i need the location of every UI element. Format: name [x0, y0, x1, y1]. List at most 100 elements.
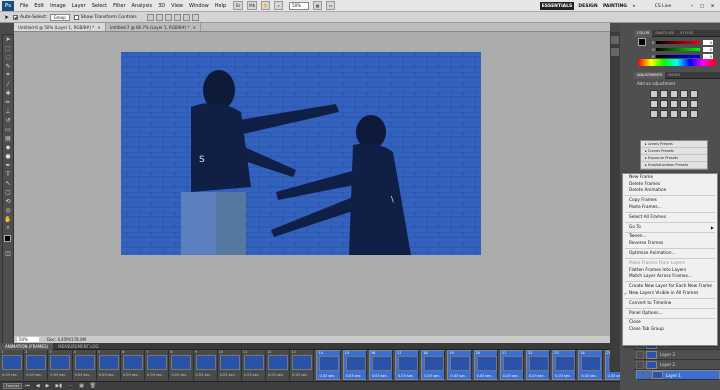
align-left-icon[interactable] [173, 13, 181, 21]
menu-help[interactable]: Help [212, 3, 229, 9]
animation-frame[interactable]: 21 0.03 sec. [499, 350, 524, 380]
frame-delay[interactable]: 0.03 sec. [477, 374, 493, 378]
red-slider[interactable]: R 0 [652, 40, 713, 45]
frame-delay[interactable]: 0.03 sec. [220, 373, 236, 377]
frame-delay[interactable]: 0.03 sec. [50, 373, 66, 377]
animation-frame[interactable]: 15 0.03 sec. [342, 350, 367, 380]
animation-frame[interactable]: 20 0.03 sec. [473, 350, 498, 380]
minimize-icon[interactable]: – [688, 2, 696, 10]
color-balance-icon[interactable] [660, 100, 668, 108]
animation-frame[interactable]: 22 0.03 sec. [525, 350, 551, 380]
previous-frame-icon[interactable]: ◀ [36, 383, 40, 389]
menu-item[interactable]: Paste Frames... [623, 204, 717, 211]
menu-item[interactable]: Go To ▶ [623, 224, 717, 231]
auto-select-dropdown[interactable]: Group [49, 13, 70, 21]
crop-tool-icon[interactable]: ⌗ [3, 71, 13, 79]
animation-frame[interactable]: 6 0.03 sec. [121, 350, 146, 380]
show-transform-checkbox[interactable] [73, 14, 79, 20]
tab-masks[interactable]: MASKS [665, 73, 683, 77]
red-ramp[interactable] [656, 41, 700, 44]
canvas-image[interactable]: S \ [121, 52, 481, 255]
status-zoom[interactable]: 50% [17, 337, 39, 342]
visibility-toggle-icon[interactable] [642, 371, 650, 379]
layer-row[interactable]: Layer 3 [634, 350, 720, 360]
animation-frame[interactable]: 13 0.03 sec. [290, 350, 315, 380]
frame-delay[interactable]: 0.03 sec. [123, 373, 139, 377]
tab-styles[interactable]: STYLES [677, 31, 696, 35]
photo-filter-icon[interactable] [680, 100, 688, 108]
animation-frame[interactable]: 10 0.03 sec. [218, 350, 242, 380]
healing-tool-icon[interactable]: ✚ [3, 89, 13, 97]
close-icon[interactable]: × [708, 2, 717, 10]
move-tool-icon[interactable]: ➤ [3, 35, 13, 43]
animation-frame[interactable]: 19 0.03 sec. [447, 350, 472, 380]
hue-saturation-icon[interactable] [650, 100, 658, 108]
actions-panel-icon[interactable] [611, 48, 619, 56]
menu-item[interactable]: Tween... [623, 234, 717, 241]
threshold-icon[interactable] [670, 110, 678, 118]
type-tool-icon[interactable]: T [3, 170, 13, 178]
frame-delay[interactable]: 0.03 sec. [99, 373, 115, 377]
duplicate-frame-icon[interactable]: ▣ [79, 383, 84, 389]
workspace-painting[interactable]: PAINTING [602, 2, 628, 10]
menu-item[interactable]: Delete Frames [623, 181, 717, 188]
animation-frame[interactable]: 8 0.03 sec. [169, 350, 194, 380]
visibility-toggle-icon[interactable] [636, 360, 644, 369]
cs-live-button[interactable]: CS Live [648, 2, 678, 10]
tween-icon[interactable]: ⋯ [68, 383, 73, 389]
blur-tool-icon[interactable]: ◆ [3, 143, 13, 151]
arrange-documents-icon[interactable]: ▦ [313, 1, 323, 10]
hand-tool-icon[interactable]: ✋ [3, 215, 13, 223]
green-slider[interactable]: G 0 [652, 47, 713, 52]
zoom-tool-icon[interactable]: ⌕ [3, 224, 13, 232]
menu-item[interactable]: Create New Layer for Each New Frame [623, 283, 717, 290]
menu-item[interactable]: New Frame [623, 174, 717, 181]
menu-item[interactable]: Convert to Timeline [623, 300, 717, 307]
color-spectrum[interactable] [638, 59, 716, 66]
frame-delay[interactable]: 0.03 sec. [581, 374, 597, 378]
frame-delay[interactable]: 0.03 sec. [196, 373, 212, 377]
3d-rotate-tool-icon[interactable]: ⟲ [3, 197, 13, 205]
frame-delay[interactable]: 0.03 sec. [503, 374, 519, 378]
menu-item[interactable]: Reverse Frames [623, 240, 717, 247]
animation-frame[interactable]: 2 0.03 sec. [24, 350, 49, 380]
animation-frame[interactable]: 3 0.03 sec. [48, 350, 73, 380]
exposure-icon[interactable] [680, 90, 688, 98]
lasso-tool-icon[interactable]: ◌ [3, 53, 13, 61]
frame-delay[interactable]: 0.03 sec. [75, 373, 91, 377]
frame-delay[interactable]: 0.03 sec. [450, 374, 466, 378]
frame-delay[interactable]: 0.03 sec. [424, 374, 440, 378]
animation-frame[interactable]: 16 0.03 sec. [368, 350, 393, 380]
menu-edit[interactable]: Edit [31, 3, 47, 9]
menu-filter[interactable]: Filter [110, 3, 128, 9]
frame-delay[interactable]: 0.03 sec. [147, 373, 163, 377]
animation-frame[interactable]: 12 0.03 sec. [266, 350, 291, 380]
menu-item[interactable]: Match Layer Across Frames... [623, 274, 717, 281]
animation-frame[interactable]: 23 0.03 sec. [552, 350, 577, 380]
document-tab-1[interactable]: Untitled-6 @ 50% (Layer 1, RGB/8#) * × [14, 23, 106, 31]
tab-animation-frames[interactable]: ANIMATION (FRAMES) [0, 342, 54, 350]
menu-select[interactable]: Select [89, 3, 110, 9]
green-value[interactable]: 0 [703, 47, 713, 52]
frame-delay[interactable]: 0.03 sec. [292, 373, 308, 377]
menu-view[interactable]: View [168, 3, 186, 9]
frame-delay[interactable]: 0.03 sec. [319, 374, 335, 378]
pen-tool-icon[interactable]: ✒ [3, 161, 13, 169]
menu-item[interactable]: New Layers Visible in All Frames [623, 290, 717, 297]
tab-measurement-log[interactable]: MEASUREMENT LOG [53, 344, 104, 349]
green-ramp[interactable] [656, 48, 700, 51]
layer-row[interactable]: Layer 2 [634, 360, 720, 370]
visibility-toggle-icon[interactable] [636, 350, 644, 359]
3d-orbit-tool-icon[interactable]: ◎ [3, 206, 13, 214]
more-workspaces-icon[interactable]: » [630, 2, 638, 10]
auto-select-checkbox[interactable] [13, 14, 19, 20]
menu-item[interactable]: Optimize Animation... [623, 250, 717, 257]
eraser-tool-icon[interactable]: ▭ [3, 125, 13, 133]
close-tab-icon[interactable]: × [97, 25, 100, 30]
path-select-tool-icon[interactable]: ↖ [3, 179, 13, 187]
layer-row-selected[interactable]: Layer 1 [636, 370, 720, 380]
selective-color-icon[interactable] [690, 110, 698, 118]
maximize-icon[interactable]: □ [698, 2, 706, 10]
frame-delay[interactable]: 0.03 sec. [346, 374, 362, 378]
animation-frame[interactable]: 9 0.03 sec. [194, 350, 218, 380]
